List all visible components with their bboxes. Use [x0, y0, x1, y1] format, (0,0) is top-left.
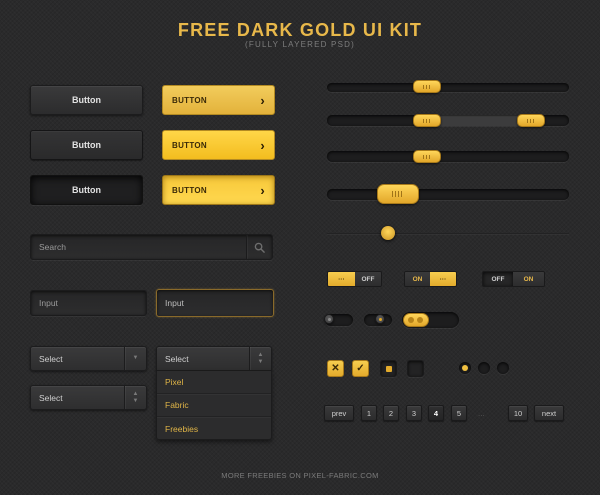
pagination-prev[interactable]: prev: [324, 405, 354, 421]
range-fill: [427, 115, 531, 126]
close-icon: ✕: [331, 363, 340, 374]
dropdown-menu: Pixel Fabric Freebies: [156, 371, 272, 440]
pagination-page-current[interactable]: 4: [428, 405, 444, 421]
switch-gold[interactable]: [402, 312, 459, 328]
gold-button-label: BUTTON: [172, 140, 207, 150]
check-icon: ✓: [356, 363, 365, 374]
toggle-on: ON: [513, 272, 544, 286]
divider: [327, 233, 569, 234]
select-stepper[interactable]: Select ▲ ▼: [30, 385, 147, 410]
slider-handle[interactable]: [413, 80, 441, 93]
input-placeholder: Input: [165, 298, 184, 308]
range-slider-track[interactable]: [327, 114, 569, 127]
search-button[interactable]: [246, 235, 272, 259]
gold-button-pressed[interactable]: BUTTON ›: [162, 175, 275, 205]
kit-title: FREE DARK GOLD UI KIT: [177, 20, 423, 40]
toggle-dots: ···: [430, 272, 456, 286]
chevron-right-icon: ›: [260, 182, 265, 198]
checkbox-checked[interactable]: ✓: [352, 360, 369, 377]
toggle-off: OFF: [354, 272, 381, 286]
dark-button-pressed[interactable]: Button: [30, 175, 143, 205]
range-handle-max[interactable]: [517, 114, 545, 127]
search-placeholder: Search: [39, 242, 66, 252]
pagination-ellipsis: ...: [478, 409, 485, 418]
pagination-next[interactable]: next: [534, 405, 564, 421]
chevron-right-icon: ›: [260, 137, 265, 153]
gold-button-hover[interactable]: BUTTON ›: [162, 130, 275, 160]
pagination-page[interactable]: 1: [361, 405, 377, 421]
toggle-off-on[interactable]: OFF ON: [482, 271, 545, 287]
search-input[interactable]: Search: [30, 234, 273, 260]
switch-on[interactable]: [364, 314, 392, 326]
switch-off[interactable]: [324, 314, 353, 326]
select-value: Select: [39, 353, 63, 364]
dark-button-hover[interactable]: Button: [30, 130, 143, 160]
pagination-page[interactable]: 10: [508, 405, 528, 421]
checkbox-x[interactable]: ✕: [327, 360, 344, 377]
slider-track-large[interactable]: [327, 184, 569, 204]
radio[interactable]: [478, 362, 490, 374]
pagination-page[interactable]: 2: [383, 405, 399, 421]
dropdown-option-fabric[interactable]: Fabric: [157, 394, 271, 417]
switch-knob: [324, 314, 334, 324]
slider-handle[interactable]: [413, 150, 441, 163]
radio-selected[interactable]: [459, 362, 471, 374]
input-field[interactable]: Input: [30, 290, 147, 316]
chevron-right-icon: ›: [260, 92, 265, 108]
input-field-focused[interactable]: Input: [156, 289, 274, 317]
toggle-on-dots[interactable]: ON ···: [404, 271, 457, 287]
dropdown-option-pixel[interactable]: Pixel: [157, 371, 271, 394]
switch-gold-handle: [403, 313, 429, 327]
slider-track[interactable]: [327, 150, 569, 163]
switch-knob: [375, 314, 385, 324]
slider-handle-large[interactable]: [377, 184, 419, 204]
select-value: Select: [165, 353, 189, 364]
updown-arrows-icon: ▲ ▼: [124, 386, 146, 409]
dropdown-option-freebies[interactable]: Freebies: [157, 417, 271, 440]
toggle-on: ON: [405, 272, 431, 286]
slider-track[interactable]: [327, 80, 569, 93]
pagination-page[interactable]: 3: [406, 405, 422, 421]
gold-button-label: BUTTON: [172, 185, 207, 195]
square-icon: [385, 365, 392, 372]
select-dropdown-open[interactable]: Select ▲ ▼: [156, 346, 272, 371]
toggle-off: OFF: [483, 272, 514, 286]
slider-knob[interactable]: [381, 226, 395, 240]
chevron-down-icon: ▼: [124, 347, 146, 370]
toggle-dots: ···: [328, 272, 355, 286]
checkbox-empty[interactable]: [407, 360, 424, 377]
input-placeholder: Input: [39, 298, 58, 308]
search-icon: [254, 242, 265, 253]
pagination-page[interactable]: 5: [451, 405, 467, 421]
range-handle-min[interactable]: [413, 114, 441, 127]
dark-button-normal[interactable]: Button: [30, 85, 143, 115]
footer-text: MORE FREEBIES ON PIXEL-FABRIC.COM: [221, 471, 379, 480]
select-value: Select: [39, 392, 63, 403]
updown-arrows-icon: ▲ ▼: [249, 347, 271, 370]
radio[interactable]: [497, 362, 509, 374]
gold-button-label: BUTTON: [172, 95, 207, 105]
select-dropdown[interactable]: Select ▼: [30, 346, 147, 371]
toggle-dots-off[interactable]: ··· OFF: [327, 271, 382, 287]
checkbox-square[interactable]: [380, 360, 397, 377]
gold-button-normal[interactable]: BUTTON ›: [162, 85, 275, 115]
kit-subtitle: (FULLY LAYERED PSD): [245, 40, 355, 49]
